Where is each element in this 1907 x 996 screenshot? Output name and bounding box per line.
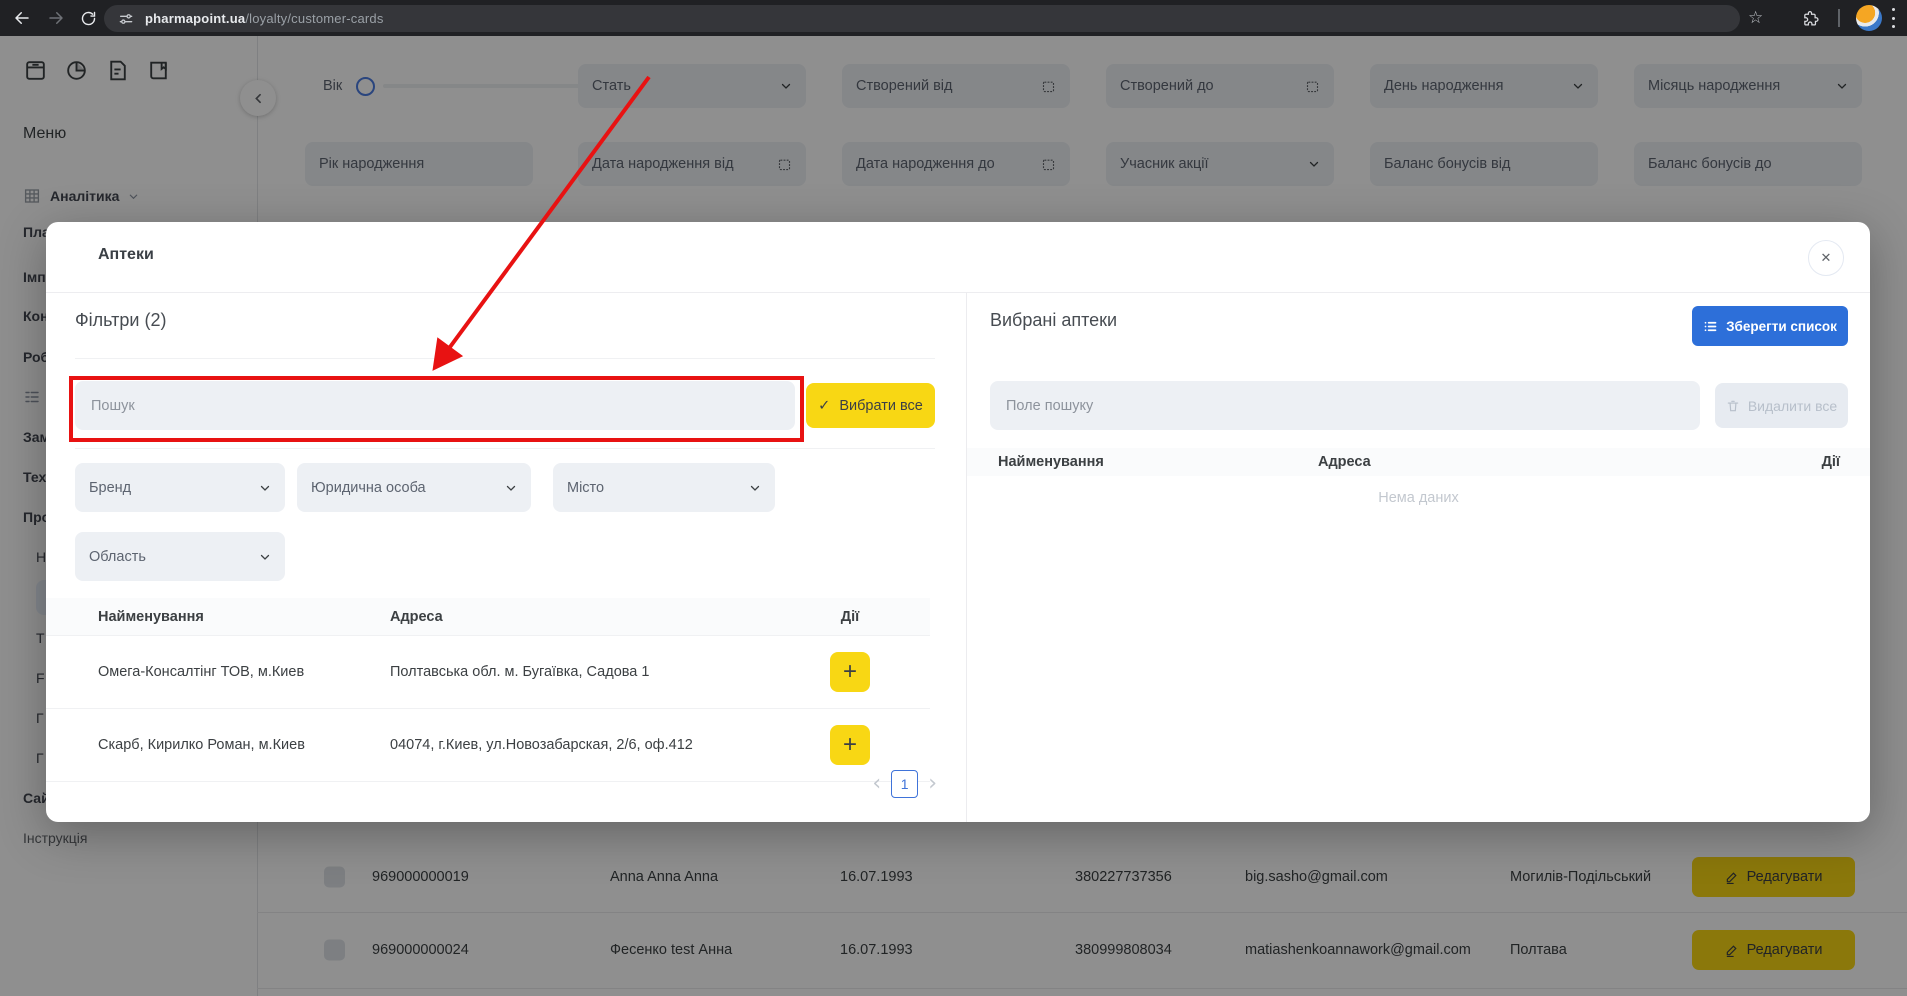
column-header-name: Найменування xyxy=(998,454,1104,470)
reload-icon[interactable] xyxy=(76,6,100,30)
site-info-icon[interactable] xyxy=(118,11,134,27)
list-icon xyxy=(1703,319,1718,334)
brand-select[interactable]: Бренд xyxy=(75,463,285,512)
url-path: /loyalty/customer-cards xyxy=(245,11,383,26)
pagination-next-icon[interactable]: › xyxy=(928,773,937,795)
divider xyxy=(75,358,935,359)
extensions-icon[interactable] xyxy=(1798,6,1822,30)
pharmacy-row: Омега-Консалтінг ТОВ, м.Киев Полтавська … xyxy=(46,635,930,709)
filters-heading: Фільтри (2) xyxy=(75,310,166,331)
menu-dots-icon[interactable] xyxy=(1892,8,1896,28)
forward-icon[interactable] xyxy=(44,6,68,30)
pharmacy-name: Скарб, Кирилко Роман, м.Киев xyxy=(98,737,305,753)
pagination-page-1[interactable]: 1 xyxy=(891,770,918,798)
toolbar-separator xyxy=(1838,9,1840,27)
selected-heading: Вибрані аптеки xyxy=(990,310,1117,331)
column-header-address: Адреса xyxy=(1318,454,1371,470)
selected-pharmacies-panel: Вибрані аптеки Зберегти список Видалити … xyxy=(967,292,1870,822)
delete-all-label: Видалити все xyxy=(1748,398,1837,414)
pagination-prev-icon[interactable]: ‹ xyxy=(872,773,881,795)
modal-header: Аптеки ✕ xyxy=(46,222,1870,293)
address-bar[interactable]: pharmapoint.ua/loyalty/customer-cards xyxy=(104,5,1740,32)
chevron-down-icon xyxy=(259,482,271,494)
pharmacy-table-header: Найменування Адреса Дії xyxy=(46,598,930,636)
add-pharmacy-button[interactable]: + xyxy=(830,725,870,765)
city-select[interactable]: Місто xyxy=(553,463,775,512)
dropdown-label: Бренд xyxy=(89,480,131,496)
legal-entity-select[interactable]: Юридична особа xyxy=(297,463,531,512)
column-header-actions: Дії xyxy=(830,609,870,625)
bookmark-star-icon[interactable]: ☆ xyxy=(1748,7,1763,29)
add-pharmacy-button[interactable]: + xyxy=(830,652,870,692)
chevron-down-icon xyxy=(259,551,271,563)
pharmacy-address: 04074, г.Киев, ул.Новозабарская, 2/6, оф… xyxy=(390,737,693,753)
column-header-name: Найменування xyxy=(98,609,204,625)
selected-table-header: Найменування Адреса Дії xyxy=(967,448,1870,476)
url-text: pharmapoint.ua/loyalty/customer-cards xyxy=(145,11,384,26)
trash-icon xyxy=(1726,399,1740,413)
back-icon[interactable] xyxy=(10,6,34,30)
pharmacy-row: Скарб, Кирилко Роман, м.Киев 04074, г.Ки… xyxy=(46,708,930,782)
pharmacy-name: Омега-Консалтінг ТОВ, м.Киев xyxy=(98,664,304,680)
selected-search-input[interactable] xyxy=(990,381,1700,430)
filters-panel: Фільтри (2) ✓ Вибрати все Бренд Юридична… xyxy=(46,292,966,822)
url-host: pharmapoint.ua xyxy=(145,11,245,26)
close-icon: ✕ xyxy=(1821,250,1832,266)
check-icon: ✓ xyxy=(818,398,830,414)
column-header-address: Адреса xyxy=(390,609,443,625)
region-select[interactable]: Область xyxy=(75,532,285,581)
pharmacies-modal: Аптеки ✕ Фільтри (2) ✓ Вибрати все Бренд… xyxy=(46,222,1870,822)
dropdown-label: Юридична особа xyxy=(311,480,426,496)
browser-toolbar: pharmapoint.ua/loyalty/customer-cards ☆ xyxy=(0,0,1907,36)
delete-all-button[interactable]: Видалити все xyxy=(1715,383,1848,428)
chevron-down-icon xyxy=(749,482,761,494)
profile-avatar[interactable] xyxy=(1856,5,1882,31)
chevron-down-icon xyxy=(505,482,517,494)
select-all-label: Вибрати все xyxy=(839,398,923,414)
select-all-button[interactable]: ✓ Вибрати все xyxy=(806,383,935,428)
dropdown-label: Область xyxy=(89,549,146,565)
plus-icon: + xyxy=(843,733,857,757)
empty-state-text: Нема даних xyxy=(967,490,1870,506)
column-header-actions: Дії xyxy=(1822,454,1840,470)
plus-icon: + xyxy=(843,660,857,684)
screen: pharmapoint.ua/loyalty/customer-cards ☆ … xyxy=(0,0,1907,996)
pharmacy-search-input[interactable] xyxy=(75,381,795,430)
pagination: ‹ 1 › xyxy=(872,770,937,798)
save-list-button[interactable]: Зберегти список xyxy=(1692,306,1848,346)
close-button[interactable]: ✕ xyxy=(1808,240,1844,276)
divider xyxy=(75,448,935,449)
modal-title: Аптеки xyxy=(98,246,154,264)
save-list-label: Зберегти список xyxy=(1726,319,1837,334)
dropdown-label: Місто xyxy=(567,480,604,496)
pharmacy-address: Полтавська обл. м. Бугаївка, Садова 1 xyxy=(390,664,649,680)
